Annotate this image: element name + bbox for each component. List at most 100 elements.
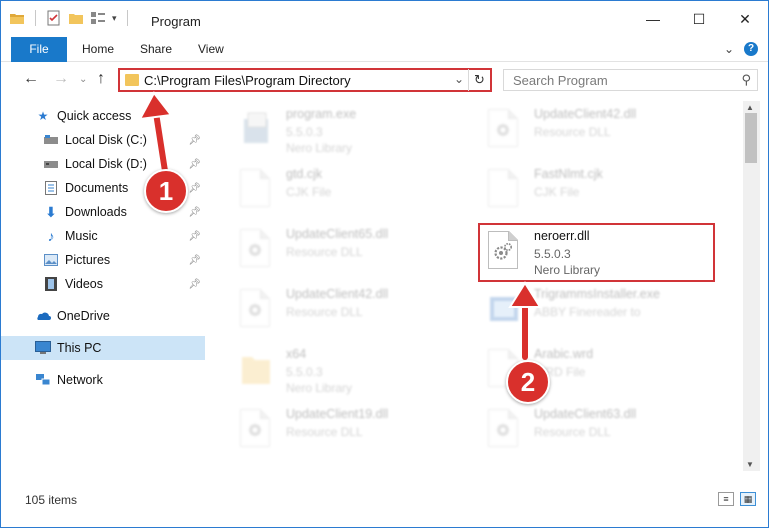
pin-icon[interactable]: 📌︎: [188, 207, 201, 218]
file-name: FastNlmt.cjk: [534, 167, 603, 181]
tab-home[interactable]: Home: [82, 37, 114, 62]
scroll-up-icon[interactable]: ▲: [746, 103, 754, 112]
network-icon: [35, 372, 51, 388]
sidebar-item-music[interactable]: ♪ Music 📌︎: [1, 224, 205, 248]
file-name: UpdateClient63.dll: [534, 407, 637, 421]
pin-icon[interactable]: 📌︎: [188, 255, 201, 266]
sidebar-item-label: Downloads: [65, 205, 127, 219]
pin-icon[interactable]: 📌︎: [188, 279, 201, 290]
vertical-scrollbar[interactable]: ▲ ▼: [743, 101, 760, 471]
sidebar-item-network[interactable]: Network: [1, 368, 205, 392]
videos-icon: [43, 276, 59, 292]
maximize-button[interactable]: ☐: [676, 1, 722, 37]
file-item[interactable]: gtd.cjk CJK File: [234, 161, 464, 221]
icons-view-button[interactable]: ▦: [740, 492, 756, 506]
folder-icon: [10, 14, 24, 24]
onedrive-icon: [35, 308, 51, 324]
expand-ribbon-icon[interactable]: ⌄: [724, 42, 734, 56]
file-item[interactable]: UpdateClient65.dll Resource DLL: [234, 221, 464, 281]
item-count: 105 items: [25, 493, 78, 507]
dll-icon: [240, 229, 274, 269]
file-item[interactable]: UpdateClient63.dll Resource DLL: [482, 401, 712, 461]
sidebar-item-pictures[interactable]: Pictures 📌︎: [1, 248, 205, 272]
drive-icon: [43, 132, 59, 148]
file-type: Resource DLL: [534, 125, 611, 139]
pin-icon[interactable]: 📌︎: [188, 183, 201, 194]
ribbon-right-controls: ⌄ ?: [724, 42, 758, 56]
file-icon: [240, 169, 274, 209]
file-item[interactable]: program.exe 5.5.0.3 Nero Library: [234, 101, 464, 161]
file-version: 5.5.0.3: [286, 365, 323, 379]
file-name: x64: [286, 347, 307, 361]
file-item[interactable]: UpdateClient42.dll Resource DLL: [234, 281, 464, 341]
address-path[interactable]: C:\Program Files\Program Directory: [144, 73, 351, 88]
up-button[interactable]: ↑: [97, 70, 105, 88]
customize-toolbar-icon[interactable]: [90, 10, 106, 26]
drive-icon: [43, 156, 59, 172]
file-item[interactable]: x64 5.5.0.3 Nero Library: [234, 341, 464, 401]
sidebar-item-this-pc[interactable]: This PC: [1, 336, 205, 360]
sidebar-item-label: Pictures: [65, 253, 111, 267]
recent-locations-button[interactable]: ⌄: [79, 74, 87, 85]
file-item[interactable]: UpdateClient42.dll Resource DLL: [482, 101, 712, 161]
toolbar-dropdown-icon[interactable]: ▾: [112, 13, 117, 24]
pictures-icon: [43, 252, 59, 268]
ribbon-tabs: File Home Share View ⌄ ?: [1, 37, 768, 62]
step-marker-1: 1: [144, 169, 188, 213]
music-icon: ♪: [47, 228, 55, 244]
file-name: Arabic.wrd: [534, 347, 594, 361]
toolbar-separator: [126, 10, 128, 26]
forward-button[interactable]: →: [53, 70, 69, 88]
file-name: TrigrammsInstaller.exe: [534, 287, 660, 301]
tab-file[interactable]: File: [11, 37, 67, 62]
tab-view[interactable]: View: [198, 37, 224, 62]
refresh-button[interactable]: ↻: [468, 69, 490, 91]
pin-icon[interactable]: 📌︎: [188, 159, 201, 170]
minimize-button[interactable]: —: [630, 1, 676, 37]
window-controls: — ☐ ✕: [630, 1, 768, 37]
dll-icon: [488, 109, 522, 149]
file-item[interactable]: UpdateClient19.dll Resource DLL: [234, 401, 464, 461]
sidebar-item-local-disk-c[interactable]: Local Disk (C:) 📌︎: [1, 128, 205, 152]
sidebar-item-label: Quick access: [57, 109, 132, 123]
file-type: Resource DLL: [286, 305, 363, 319]
scroll-down-icon[interactable]: ▼: [746, 460, 754, 469]
dll-icon: [488, 409, 522, 449]
file-type: Resource DLL: [286, 245, 363, 259]
file-item[interactable]: TrigrammsInstaller.exe ABBY Finereader t…: [482, 281, 712, 341]
file-type: ABBY Finereader to: [534, 305, 641, 319]
details-view-button[interactable]: ≡: [718, 492, 734, 506]
file-type: Resource DLL: [286, 425, 363, 439]
file-highlight-box: [478, 223, 715, 282]
close-button[interactable]: ✕: [722, 1, 768, 37]
sidebar-item-videos[interactable]: Videos 📌︎: [1, 272, 205, 296]
search-box[interactable]: Search Program ⚲: [503, 69, 758, 91]
file-type: Nero Library: [286, 141, 353, 155]
pin-icon[interactable]: 📌︎: [188, 231, 201, 242]
address-bar[interactable]: C:\Program Files\Program Directory ⌄ ↻: [118, 68, 492, 92]
downloads-icon: ⬇: [45, 203, 57, 220]
view-buttons: ≡ ▦: [718, 492, 756, 506]
search-icon: ⚲: [741, 72, 751, 87]
file-name: UpdateClient42.dll: [534, 107, 637, 121]
new-folder-icon[interactable]: [68, 10, 84, 26]
scrollbar-thumb[interactable]: [745, 113, 757, 163]
file-name: gtd.cjk: [286, 167, 323, 181]
back-button[interactable]: ←: [23, 70, 39, 88]
tab-share[interactable]: Share: [140, 37, 172, 62]
address-dropdown-icon[interactable]: ⌄: [454, 72, 464, 86]
file-item[interactable]: FastNlmt.cjk CJK File: [482, 161, 712, 221]
file-type: Resource DLL: [534, 425, 611, 439]
sidebar-item-quick-access[interactable]: ★ Quick access: [1, 104, 205, 128]
exe-icon: [240, 109, 274, 149]
sidebar-item-onedrive[interactable]: OneDrive: [1, 304, 205, 328]
file-name: UpdateClient42.dll: [286, 287, 389, 301]
pin-icon[interactable]: 📌︎: [188, 135, 201, 146]
help-icon[interactable]: ?: [744, 42, 758, 56]
folder-icon: [240, 349, 274, 389]
file-type: CJK File: [534, 185, 580, 199]
documents-icon: [43, 180, 59, 196]
window-title: Program: [151, 14, 201, 29]
sidebar-item-label: This PC: [57, 341, 102, 355]
properties-icon[interactable]: [46, 10, 62, 26]
